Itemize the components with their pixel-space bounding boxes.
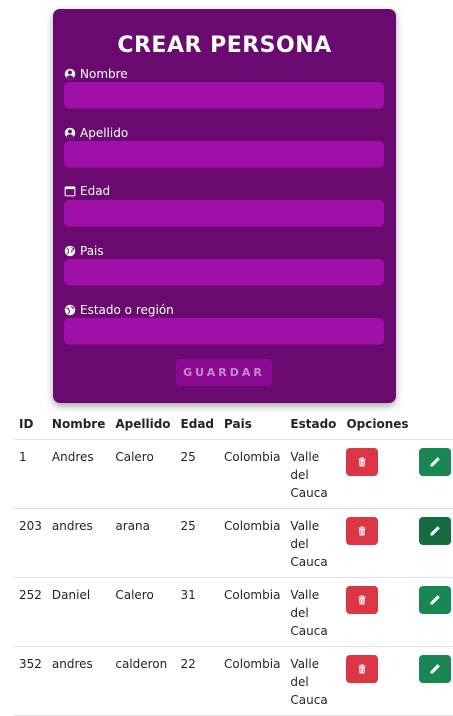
pais-label: Pais xyxy=(64,244,104,258)
edad-label-text: Edad xyxy=(80,184,111,198)
header-apellido: Apellido xyxy=(110,409,176,440)
apellido-label: Apellido xyxy=(64,126,128,140)
table-row: 1 Andres Calero 25 Colombia Valle del Ca… xyxy=(14,439,453,509)
cell-id: 352 xyxy=(14,646,47,716)
apellido-input[interactable] xyxy=(64,141,384,168)
cell-id: 203 xyxy=(14,508,47,578)
cell-pais: Colombia xyxy=(219,577,286,647)
table-row: 252 Daniel Calero 31 Colombia Valle del … xyxy=(14,577,453,647)
user-circle-icon xyxy=(64,68,76,80)
cell-delete xyxy=(341,577,414,647)
edit-button[interactable] xyxy=(418,655,451,683)
estado-label: Estado o región xyxy=(64,303,174,317)
cell-pais: Colombia xyxy=(219,439,286,509)
cell-delete xyxy=(341,508,414,578)
trash-icon xyxy=(358,457,367,467)
cell-estado: Valle del Cauca xyxy=(285,646,342,716)
cell-nombre: Daniel xyxy=(46,577,111,647)
cell-edit xyxy=(413,646,453,716)
cell-edit xyxy=(413,439,453,509)
personas-table: ID Nombre Apellido Edad Pais Estado Opci… xyxy=(14,409,453,716)
cell-delete xyxy=(341,646,414,716)
edit-button[interactable] xyxy=(418,586,451,614)
cell-apellido: Calero xyxy=(110,577,176,647)
delete-button[interactable] xyxy=(346,655,379,683)
cell-edad: 22 xyxy=(175,646,220,716)
cell-id: 252 xyxy=(14,577,47,647)
cell-nombre: Andres xyxy=(46,439,111,509)
cell-estado: Valle del Cauca xyxy=(285,577,342,647)
pais-input[interactable] xyxy=(64,259,384,286)
globe-americas-icon xyxy=(64,304,76,316)
guardar-button[interactable]: GUARDAR xyxy=(176,359,272,386)
trash-icon xyxy=(358,664,367,674)
delete-button[interactable] xyxy=(346,586,379,614)
pencil-icon xyxy=(430,664,440,674)
globe-icon xyxy=(64,245,76,257)
header-pais: Pais xyxy=(219,409,286,440)
cell-apellido: arana xyxy=(110,508,176,578)
cell-pais: Colombia xyxy=(219,646,286,716)
table-row: 203 andres arana 25 Colombia Valle del C… xyxy=(14,508,453,578)
table-header-row: ID Nombre Apellido Edad Pais Estado Opci… xyxy=(14,409,453,440)
cell-nombre: andres xyxy=(46,508,111,578)
pencil-icon xyxy=(430,595,440,605)
cell-edad: 25 xyxy=(175,508,220,578)
edit-button[interactable] xyxy=(418,517,451,545)
cell-edad: 31 xyxy=(175,577,220,647)
nombre-input[interactable] xyxy=(64,82,384,109)
cell-edad: 25 xyxy=(175,439,220,509)
cell-pais: Colombia xyxy=(219,508,286,578)
header-id: ID xyxy=(14,409,47,440)
edad-label: Edad xyxy=(64,184,110,198)
edad-input[interactable] xyxy=(64,200,384,227)
header-nombre: Nombre xyxy=(46,409,111,440)
cell-edit xyxy=(413,577,453,647)
cell-apellido: calderon xyxy=(110,646,176,716)
header-edad: Edad xyxy=(175,409,220,440)
user-circle-icon xyxy=(64,127,76,139)
table-row: 352 andres calderon 22 Colombia Valle de… xyxy=(14,646,453,716)
edit-button[interactable] xyxy=(418,448,451,476)
estado-input[interactable] xyxy=(64,318,384,345)
cell-apellido: Calero xyxy=(110,439,176,509)
cell-id: 1 xyxy=(14,439,47,509)
estado-label-text: Estado o región xyxy=(80,303,174,317)
form-title: CREAR PERSONA xyxy=(117,33,332,58)
crear-persona-card: CREAR PERSONA Nombre Apellido Edad Pais … xyxy=(53,9,396,403)
cell-edit xyxy=(413,508,453,578)
cell-estado: Valle del Cauca xyxy=(285,508,342,578)
header-edit-column xyxy=(413,409,453,440)
nombre-label: Nombre xyxy=(64,67,128,81)
trash-icon xyxy=(358,595,367,605)
header-opciones: Opciones xyxy=(341,409,414,440)
pencil-icon xyxy=(430,526,440,536)
trash-icon xyxy=(358,526,367,536)
cell-estado: Valle del Cauca xyxy=(285,439,342,509)
header-estado: Estado xyxy=(285,409,342,440)
calendar-icon xyxy=(64,186,76,197)
cell-delete xyxy=(341,439,414,509)
cell-nombre: andres xyxy=(46,646,111,716)
delete-button[interactable] xyxy=(346,448,379,476)
pencil-icon xyxy=(430,457,440,467)
apellido-label-text: Apellido xyxy=(80,126,129,140)
pais-label-text: Pais xyxy=(80,244,104,258)
delete-button[interactable] xyxy=(346,517,379,545)
nombre-label-text: Nombre xyxy=(80,67,128,81)
